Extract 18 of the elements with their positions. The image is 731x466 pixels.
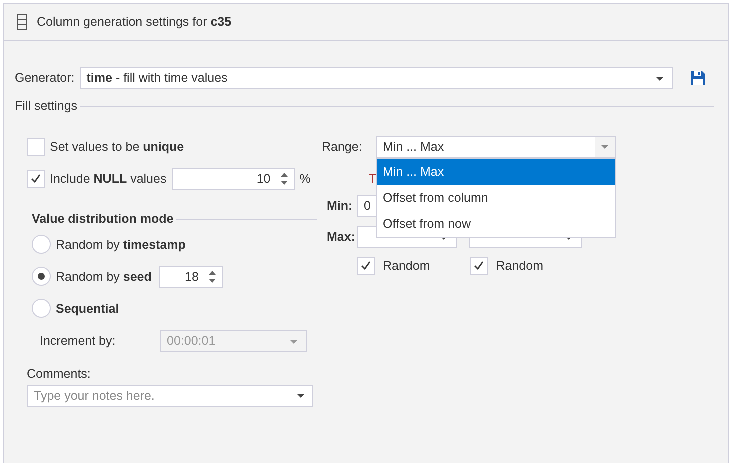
comments-label: Comments:	[27, 367, 91, 381]
radio-label: Random by seed	[56, 270, 152, 284]
checkbox-label: Random	[496, 258, 544, 272]
column-heading: T	[369, 172, 377, 186]
min-label: Min:	[326, 198, 354, 212]
generator-label: Generator:	[15, 71, 75, 85]
checkbox-label: Include NULL values	[50, 172, 167, 186]
group-title: Fill settings	[15, 99, 78, 113]
checkbox-label: Set values to be unique	[50, 140, 184, 154]
checkbox-label: Random	[383, 258, 430, 272]
radio-label: Sequential	[56, 302, 120, 316]
percent-unit: %	[300, 172, 311, 186]
range-label: Range:	[322, 140, 364, 154]
radio-label: Random by timestamp	[56, 238, 186, 252]
group-title: Value distribution mode	[32, 212, 174, 226]
panel-title: Column generation settings for c35	[37, 15, 232, 29]
increment-label: Increment by:	[40, 334, 117, 348]
max-label: Max:	[326, 230, 356, 244]
